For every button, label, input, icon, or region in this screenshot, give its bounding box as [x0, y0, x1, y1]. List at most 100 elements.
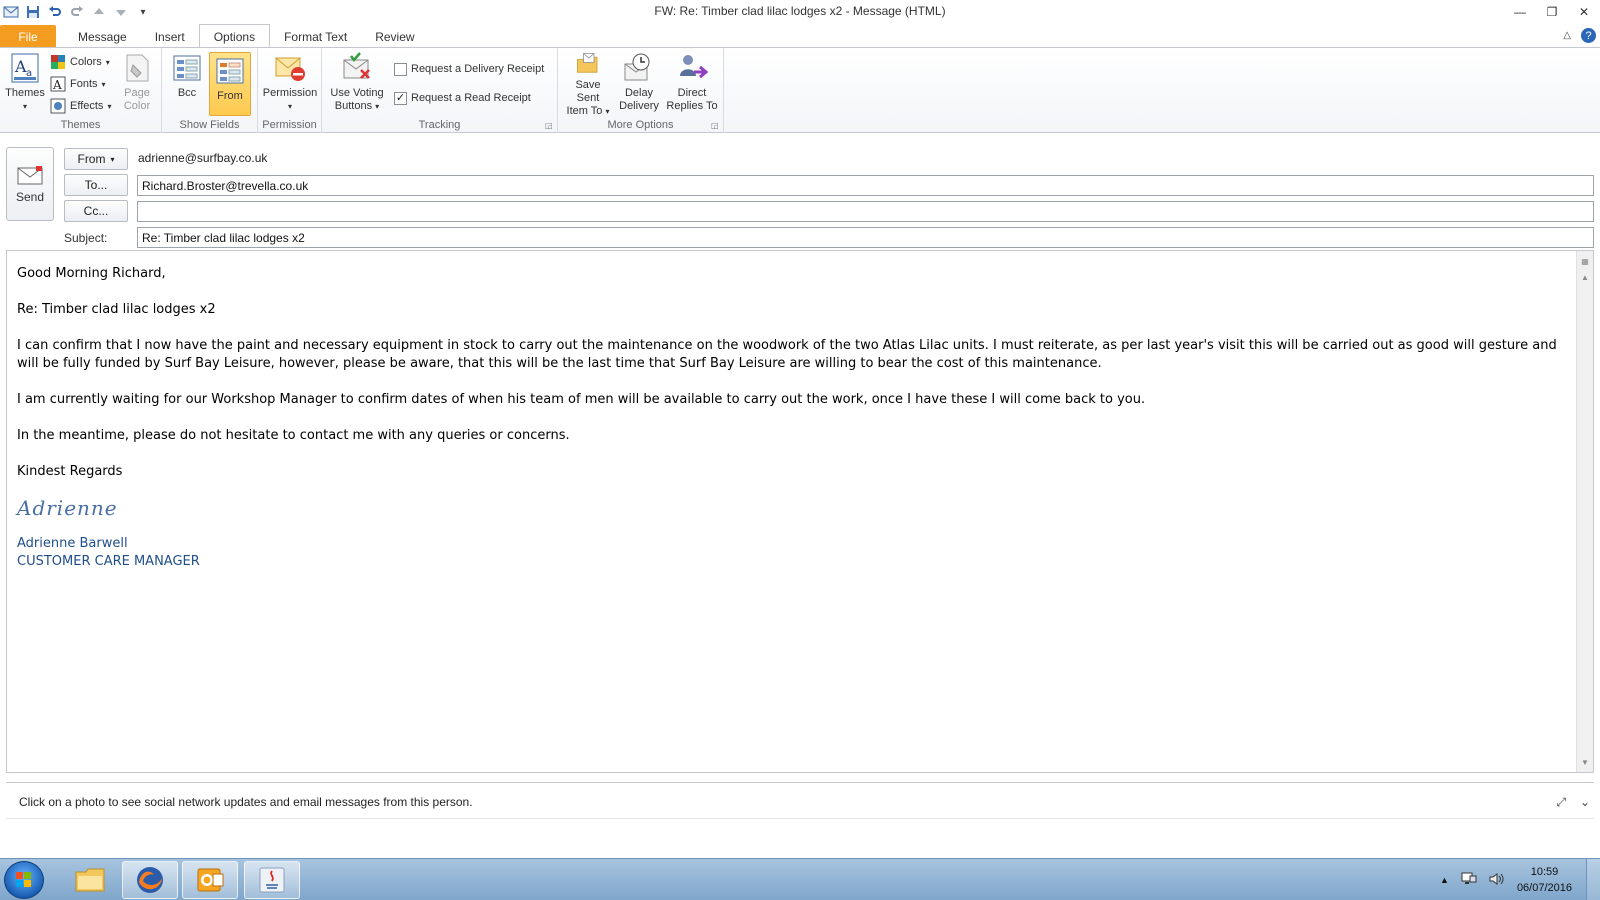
- outlook-app-icon[interactable]: [2, 3, 20, 21]
- send-icon: [17, 166, 43, 185]
- java-icon: [259, 867, 285, 893]
- delivery-receipt-check[interactable]: [394, 62, 407, 76]
- direct-replies-icon: [680, 55, 708, 79]
- voting-icon: [343, 52, 370, 79]
- clock[interactable]: 10:59 06/07/2016: [1517, 864, 1572, 896]
- fonts-icon: A: [50, 76, 66, 92]
- scroll-up-arrow-icon[interactable]: ▲: [1577, 269, 1593, 285]
- customize-qat-icon[interactable]: ▾: [134, 3, 152, 21]
- tab-file[interactable]: File: [0, 25, 56, 48]
- colors-button[interactable]: Colors ▾: [50, 52, 110, 72]
- delivery-receipt-checkbox[interactable]: Request a Delivery Receipt: [394, 59, 544, 79]
- page-color-button[interactable]: Page Color: [118, 52, 156, 118]
- expand-icon[interactable]: ⤢: [1556, 795, 1566, 810]
- undo-icon[interactable]: [46, 3, 64, 21]
- send-button[interactable]: Send: [6, 147, 54, 221]
- to-button[interactable]: To...: [64, 174, 128, 196]
- read-receipt-checkbox[interactable]: ✓ Request a Read Receipt: [394, 88, 531, 108]
- signature-name: Adrienne Barwell: [17, 536, 128, 551]
- signature-script: Adrienne: [17, 496, 118, 520]
- people-pane-text: Click on a photo to see social network u…: [19, 795, 473, 809]
- tab-options[interactable]: Options: [198, 24, 271, 48]
- tab-review[interactable]: Review: [361, 25, 428, 48]
- paragraph-3: In the meantime, please do not hesitate …: [17, 428, 570, 443]
- tab-format-text[interactable]: Format Text: [270, 25, 361, 48]
- next-item-icon[interactable]: [112, 3, 130, 21]
- from-dropdown-button[interactable]: From ▾: [64, 148, 128, 170]
- body-scrollbar[interactable]: ▦ ▲ ▼: [1576, 251, 1593, 772]
- bcc-button[interactable]: Bcc: [168, 52, 206, 118]
- fonts-button[interactable]: A Fonts ▾: [50, 74, 106, 94]
- themes-icon: Aa: [11, 53, 39, 83]
- from-address: adrienne@surfbay.co.uk: [138, 151, 268, 165]
- volume-icon[interactable]: [1489, 872, 1505, 889]
- subject-field[interactable]: Re: Timber clad lilac lodges x2: [137, 227, 1594, 248]
- re-line: Re: Timber clad lilac lodges x2: [17, 302, 216, 317]
- message-header: Send From ▾ adrienne@surfbay.co.uk To...…: [0, 134, 1600, 249]
- bcc-icon: [173, 55, 201, 81]
- folder-icon: [75, 868, 105, 892]
- signature-title: CUSTOMER CARE MANAGER: [17, 554, 200, 569]
- tab-message[interactable]: Message: [64, 25, 141, 48]
- voting-buttons-button[interactable]: Use Voting Buttons ▾: [327, 52, 387, 118]
- network-icon[interactable]: [1461, 872, 1477, 889]
- show-hidden-icons-icon[interactable]: ▲: [1440, 875, 1449, 885]
- greeting: Good Morning Richard,: [17, 266, 166, 281]
- save-icon[interactable]: [24, 3, 42, 21]
- chevron-down-icon[interactable]: ⌄: [1580, 795, 1590, 810]
- taskbar-java[interactable]: [244, 861, 300, 899]
- message-body[interactable]: Good Morning Richard, Re: Timber clad li…: [6, 250, 1594, 773]
- taskbar-firefox[interactable]: [122, 861, 178, 899]
- from-field-icon: [216, 58, 244, 84]
- group-themes: Aa Themes ▾ Colors ▾ A Fonts ▾ Effects ▾ Pa…: [0, 48, 162, 133]
- delay-delivery-icon: [624, 53, 650, 81]
- svg-text:A: A: [52, 78, 62, 92]
- chevron-down-icon: ▾: [110, 154, 115, 164]
- system-tray: ▲ 10:59 06/07/2016: [1440, 861, 1572, 899]
- previous-item-icon[interactable]: [90, 3, 108, 21]
- minimize-ribbon-icon[interactable]: △: [1563, 30, 1571, 41]
- read-receipt-check[interactable]: ✓: [394, 91, 407, 105]
- taskbar-outlook[interactable]: [182, 861, 238, 899]
- paragraph-1: I can confirm that I now have the paint …: [17, 338, 1557, 371]
- clock-time: 10:59: [1530, 866, 1559, 878]
- tab-insert[interactable]: Insert: [141, 25, 199, 48]
- quick-access-toolbar: ▾: [0, 3, 152, 21]
- page-color-icon: [126, 54, 149, 82]
- effects-icon: [50, 98, 66, 114]
- help-icon[interactable]: ?: [1581, 28, 1596, 43]
- window-controls: — ❐ ✕: [1504, 0, 1600, 24]
- cc-field[interactable]: [137, 201, 1594, 222]
- redo-icon[interactable]: [68, 3, 86, 21]
- to-field[interactable]: Richard.Broster@trevella.co.uk: [137, 175, 1594, 196]
- save-sent-item-button[interactable]: Save Sent Item To ▾: [563, 52, 613, 118]
- restore-button[interactable]: ❐: [1536, 0, 1568, 24]
- group-permission: Permission ▾ Permission: [258, 48, 322, 133]
- chevron-down-icon: ▾: [22, 102, 27, 111]
- ribbon-tabs: File Message Insert Options Format Text …: [0, 24, 1600, 48]
- close-button[interactable]: ✕: [1568, 0, 1600, 24]
- colors-icon: [51, 55, 65, 69]
- taskbar: ▲ 10:59 06/07/2016: [0, 858, 1600, 900]
- title-bar: ▾ FW: Re: Timber clad lilac lodges x2 - …: [0, 0, 1600, 24]
- show-desktop-button[interactable]: [1586, 859, 1600, 900]
- firefox-icon: [137, 867, 163, 893]
- group-more-options: Save Sent Item To ▾ Delay Delivery Direc…: [558, 48, 724, 133]
- scroll-down-arrow-icon[interactable]: ▼: [1577, 754, 1593, 770]
- effects-button[interactable]: Effects ▾: [50, 96, 111, 116]
- more-options-dialog-launcher-icon[interactable]: ◲: [711, 121, 720, 130]
- save-sent-icon: [577, 53, 598, 73]
- direct-replies-button[interactable]: Direct Replies To: [664, 52, 720, 118]
- subject-label: Subject:: [64, 231, 108, 245]
- permission-button[interactable]: Permission ▾: [261, 52, 319, 118]
- from-field-button[interactable]: From: [209, 52, 251, 116]
- start-button[interactable]: [4, 861, 44, 899]
- ruler-toggle-icon[interactable]: ▦: [1577, 253, 1593, 269]
- delay-delivery-button[interactable]: Delay Delivery: [616, 52, 662, 118]
- themes-button[interactable]: Aa Themes ▾: [4, 52, 46, 118]
- minimize-button[interactable]: —: [1504, 0, 1536, 24]
- cc-button[interactable]: Cc...: [64, 200, 128, 222]
- tracking-dialog-launcher-icon[interactable]: ◲: [545, 121, 554, 130]
- windows-logo-icon: [16, 872, 31, 887]
- taskbar-explorer[interactable]: [62, 861, 118, 899]
